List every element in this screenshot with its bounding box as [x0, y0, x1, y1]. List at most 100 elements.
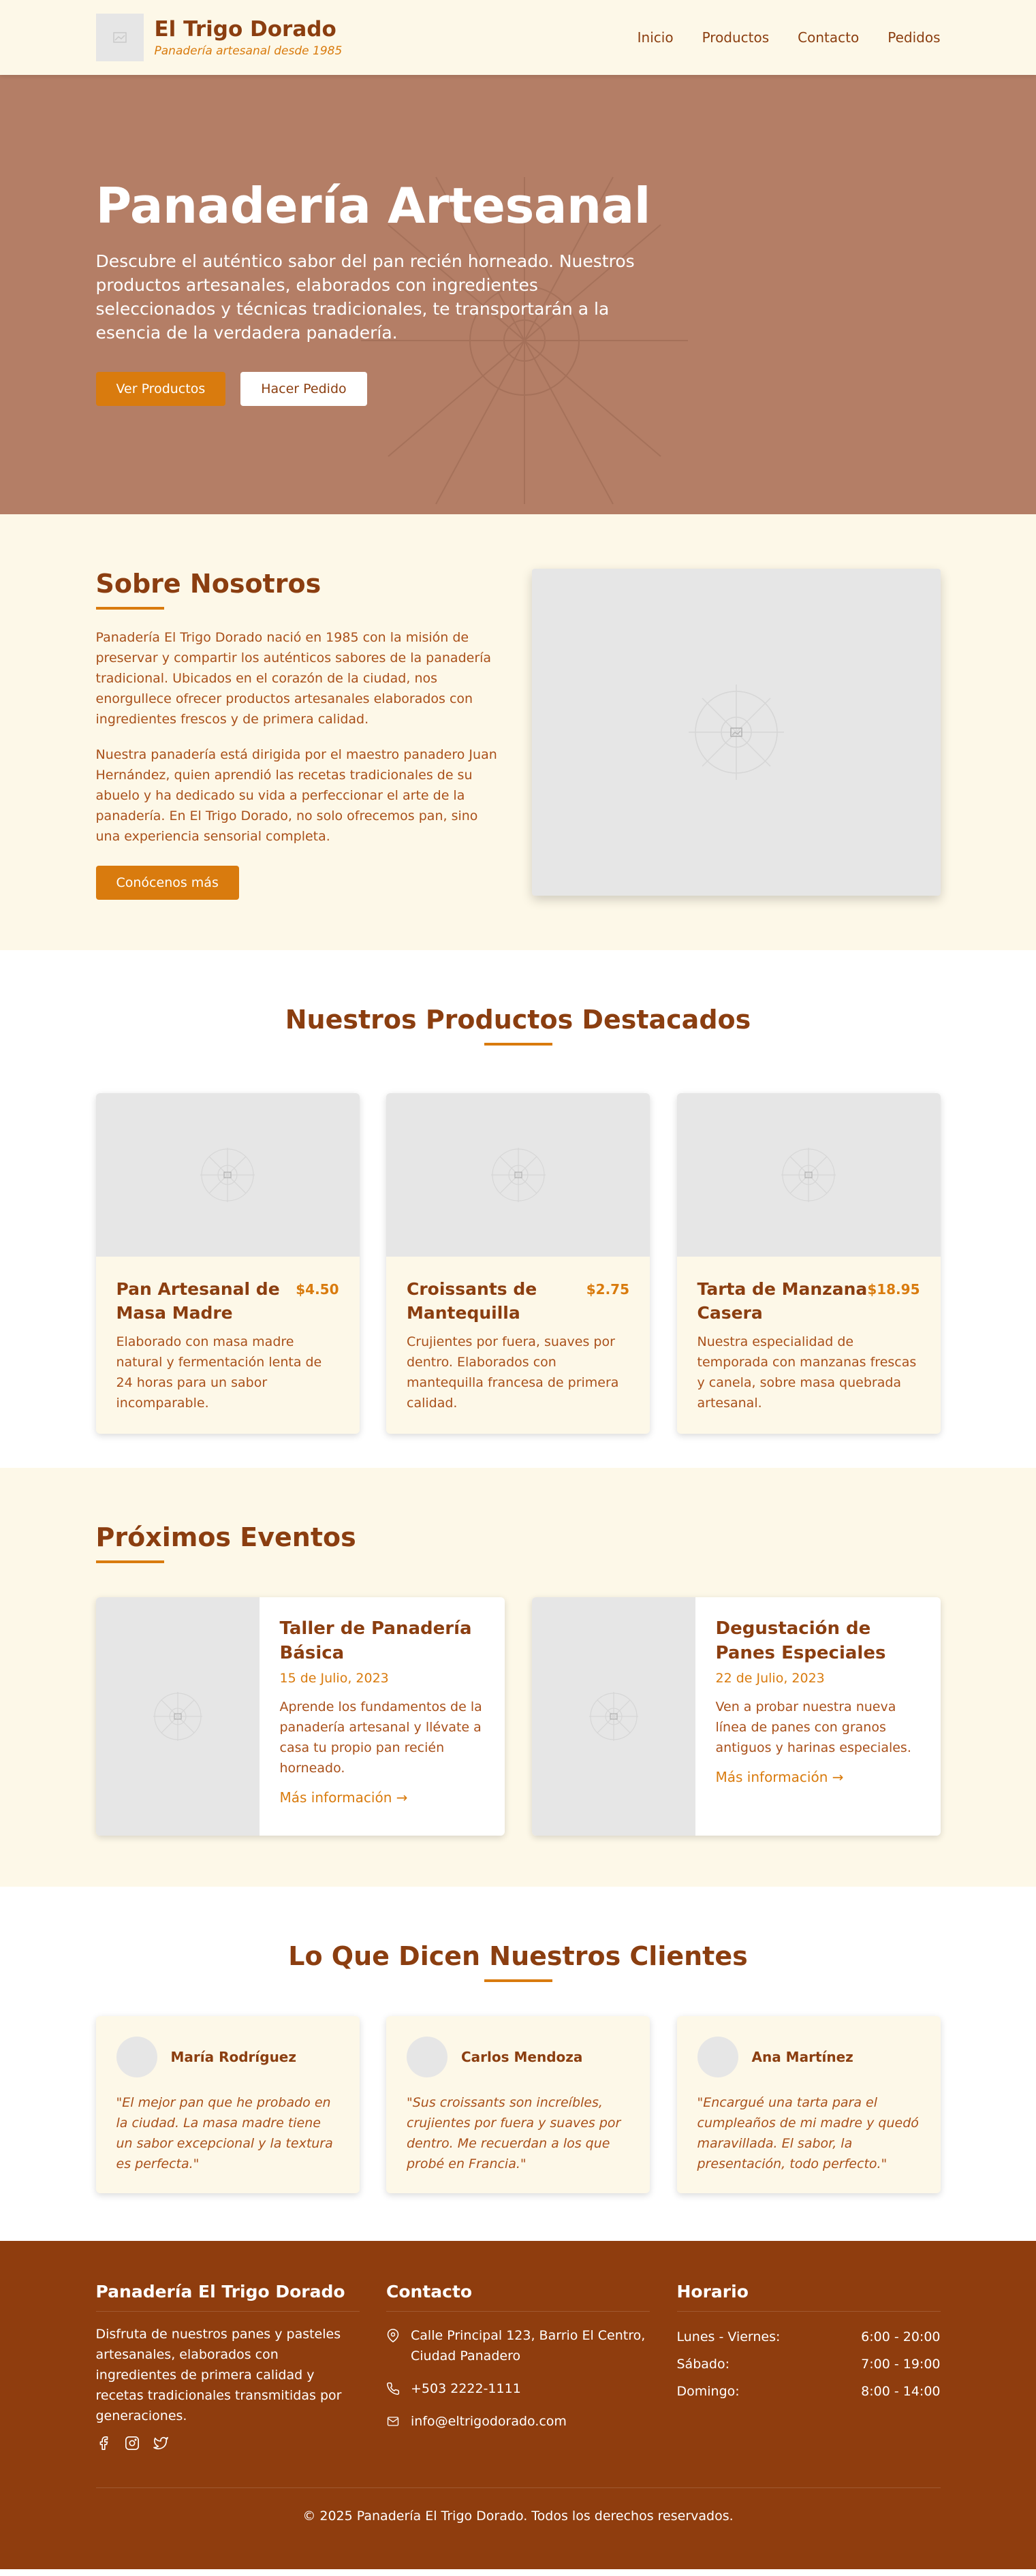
instagram-icon[interactable] [125, 2436, 140, 2451]
phone-text[interactable]: +503 2222-1111 [411, 2378, 521, 2399]
phone-icon [386, 2378, 401, 2399]
hours-row: Sábado: 7:00 - 19:00 [677, 2355, 941, 2373]
product-card[interactable]: Croissants de Mantequilla $2.75 Crujient… [386, 1093, 650, 1434]
testimonial-quote: "El mejor pan que he probado en la ciuda… [116, 2095, 333, 2171]
testimonial-name: Ana Martínez [751, 2049, 853, 2065]
hours-time: 6:00 - 20:00 [861, 2329, 941, 2344]
event-more-info-link[interactable]: Más información → [716, 1769, 920, 1785]
nav-contacto[interactable]: Contacto [798, 29, 859, 46]
hero-section: Panadería Artesanal Descubre el auténtic… [0, 75, 1036, 514]
events-title: Próximos Eventos [95, 1522, 356, 1552]
event-date: 15 de Julio, 2023 [279, 1671, 389, 1686]
hours-time: 8:00 - 14:00 [861, 2384, 941, 2399]
product-price: $18.95 [867, 1281, 920, 1298]
product-image [95, 1093, 360, 1257]
testimonial-name: Carlos Mendoza [461, 2049, 583, 2065]
brand-tagline: Panadería artesanal desde 1985 [154, 44, 343, 58]
testimonial-name: María Rodríguez [170, 2049, 297, 2065]
image-placeholder-icon [588, 1692, 638, 1741]
event-image [95, 1597, 260, 1836]
about-paragraph-1: Panadería El Trigo Dorado nació en 1985 … [95, 630, 492, 727]
footer-about-text: Disfruta de nuestros panes y pasteles ar… [95, 2327, 342, 2423]
product-description: Elaborado con masa madre natural y ferme… [116, 1334, 322, 1411]
title-underline [484, 1979, 552, 1982]
nav-productos[interactable]: Productos [702, 29, 770, 46]
product-card[interactable]: Pan Artesanal de Masa Madre $4.50 Elabor… [95, 1093, 360, 1434]
image-placeholder-icon [781, 1148, 836, 1202]
event-card: Degustación de Panes Especiales 22 de Ju… [531, 1597, 941, 1836]
social-links [96, 2436, 360, 2451]
view-products-button[interactable]: Ver Productos [95, 372, 226, 406]
avatar [407, 2037, 448, 2077]
event-date: 22 de Julio, 2023 [715, 1671, 825, 1686]
map-pin-icon [386, 2325, 401, 2346]
testimonial-card: Ana Martínez "Encargué una tarta para el… [676, 2016, 941, 2193]
contact-address: Calle Principal 123, Barrio El Centro, C… [386, 2325, 650, 2366]
event-image [531, 1597, 695, 1836]
about-section: Sobre Nosotros Panadería El Trigo Dorado… [0, 514, 1036, 950]
place-order-button[interactable]: Hacer Pedido [240, 372, 367, 406]
footer-about-title: Panadería El Trigo Dorado [95, 2282, 360, 2312]
avatar [697, 2037, 738, 2077]
hero-description: Descubre el auténtico sabor del pan reci… [95, 251, 635, 343]
nav-inicio[interactable]: Inicio [638, 29, 674, 46]
title-underline [95, 607, 164, 610]
email-text[interactable]: info@eltrigodorado.com [411, 2411, 567, 2432]
product-name: Croissants de Mantequilla [407, 1279, 537, 1323]
image-placeholder-icon [688, 685, 784, 780]
site-header: El Trigo Dorado Panadería artesanal desd… [0, 0, 1036, 75]
event-more-info-link[interactable]: Más información → [280, 1789, 484, 1806]
testimonials-section: Lo Que Dicen Nuestros Clientes María Rod… [0, 1887, 1036, 2241]
event-description: Ven a probar nuestra nueva línea de pane… [715, 1699, 911, 1755]
twitter-icon[interactable] [153, 2436, 168, 2451]
products-section: Nuestros Productos Destacados Pan Artesa… [0, 950, 1036, 1468]
product-name: Tarta de Manzana Casera [697, 1279, 868, 1323]
site-footer: Panadería El Trigo Dorado Disfruta de nu… [0, 2241, 1036, 2569]
product-price: $4.50 [296, 1281, 339, 1298]
hours-row: Domingo: 8:00 - 14:00 [677, 2383, 941, 2400]
address-text: Calle Principal 123, Barrio El Centro, C… [411, 2328, 646, 2363]
about-image [531, 569, 941, 896]
footer-hours-title: Horario [676, 2282, 941, 2312]
testimonial-quote: "Encargué una tarta para el cumpleaños d… [697, 2095, 919, 2171]
facebook-icon[interactable] [96, 2436, 111, 2451]
product-name: Pan Artesanal de Masa Madre [116, 1279, 280, 1323]
event-title: Degustación de Panes Especiales [715, 1618, 886, 1663]
footer-contact-title: Contacto [386, 2282, 650, 2312]
learn-more-button[interactable]: Conócenos más [95, 866, 239, 900]
title-underline [484, 1043, 552, 1046]
hours-day: Sábado: [676, 2357, 730, 2372]
hours-day: Domingo: [676, 2384, 740, 2399]
event-card: Taller de Panadería Básica 15 de Julio, … [95, 1597, 505, 1836]
brand-name: El Trigo Dorado [154, 17, 336, 42]
product-description: Crujientes por fuera, suaves por dentro.… [407, 1334, 619, 1411]
about-paragraph-2: Nuestra panadería está dirigida por el m… [95, 747, 497, 844]
image-placeholder-icon [153, 1692, 202, 1741]
mail-icon [386, 2411, 401, 2432]
testimonial-card: Carlos Mendoza "Sus croissants son incre… [386, 2016, 650, 2193]
product-image [386, 1093, 650, 1257]
hours-row: Lunes - Viernes: 6:00 - 20:00 [677, 2328, 941, 2346]
event-description: Aprende los fundamentos de la panadería … [279, 1699, 482, 1776]
copyright: © 2025 Panadería El Trigo Dorado. Todos … [95, 2487, 941, 2524]
testimonial-card: María Rodríguez "El mejor pan que he pro… [95, 2016, 360, 2193]
product-description: Nuestra especialidad de temporada con ma… [697, 1334, 917, 1411]
contact-phone: +503 2222-1111 [386, 2378, 650, 2399]
contact-email: info@eltrigodorado.com [386, 2411, 650, 2432]
brand[interactable]: El Trigo Dorado Panadería artesanal desd… [95, 14, 343, 61]
product-card[interactable]: Tarta de Manzana Casera $18.95 Nuestra e… [676, 1093, 941, 1434]
events-section: Próximos Eventos Taller de Panadería Bás… [0, 1468, 1036, 1887]
event-title: Taller de Panadería Básica [279, 1618, 472, 1663]
logo-placeholder-icon [95, 14, 144, 61]
main-nav: Inicio Productos Contacto Pedidos [638, 29, 941, 46]
products-title: Nuestros Productos Destacados [285, 1005, 751, 1035]
image-placeholder-icon [490, 1148, 546, 1202]
testimonials-title: Lo Que Dicen Nuestros Clientes [288, 1941, 748, 1971]
product-image [676, 1093, 941, 1257]
about-title: Sobre Nosotros [95, 569, 321, 599]
product-price: $2.75 [586, 1281, 629, 1298]
nav-pedidos[interactable]: Pedidos [888, 29, 940, 46]
title-underline [95, 1560, 164, 1563]
testimonial-quote: "Sus croissants son increíbles, crujient… [407, 2095, 621, 2171]
image-placeholder-icon [200, 1148, 255, 1202]
